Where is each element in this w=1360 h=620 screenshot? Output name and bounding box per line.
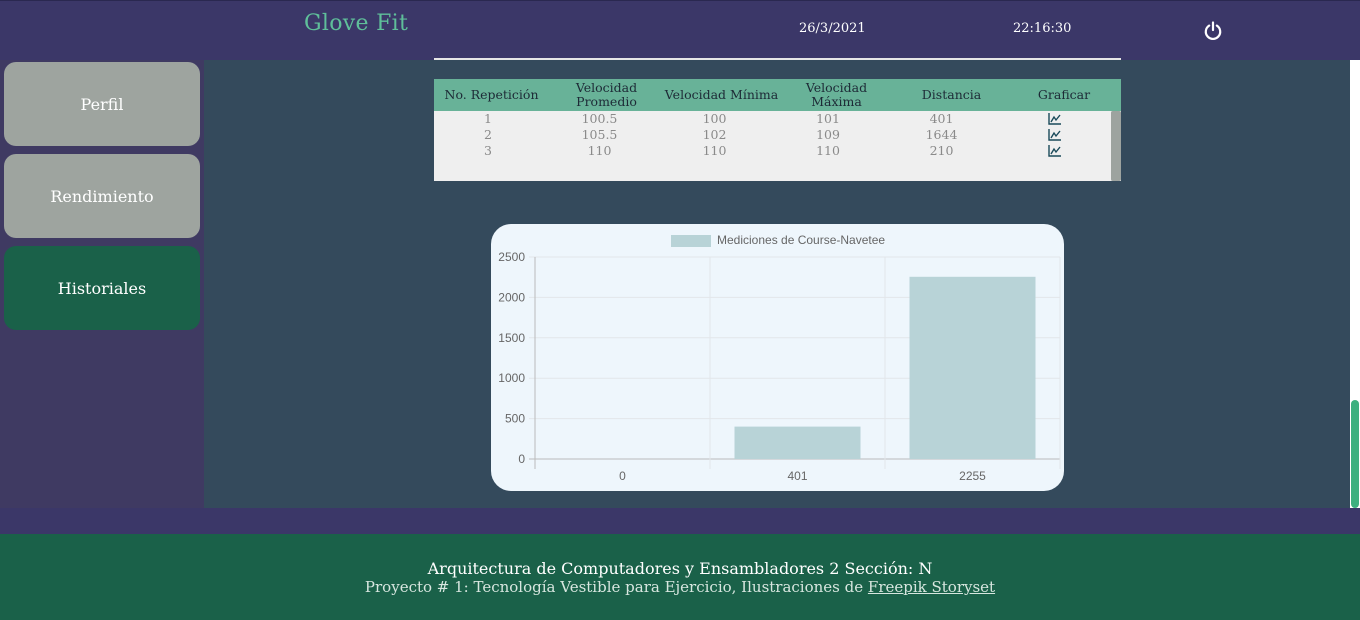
y-tick-label: 500 [505, 412, 525, 426]
sidebar-item-label: Historiales [57, 278, 147, 298]
sidebar-item-rendimiento[interactable]: Rendimiento [4, 154, 200, 238]
history-table: No. Repetición Velocidad Promedio Veloci… [434, 79, 1121, 181]
table-row: 3 110 110 110 210 [434, 143, 1110, 159]
y-tick-label: 0 [518, 452, 525, 466]
divider [434, 58, 1121, 60]
sidebar: Perfil Rendimiento Historiales [0, 60, 204, 508]
bar [734, 426, 861, 459]
table-scrollbar-thumb[interactable] [1111, 111, 1121, 181]
cell-repetition: 3 [484, 143, 492, 158]
footer: Arquitectura de Computadores y Ensamblad… [0, 534, 1360, 620]
footer-title: Arquitectura de Computadores y Ensamblad… [427, 559, 933, 578]
cell-repetition: 2 [484, 127, 492, 142]
cell-min-speed: 100 [702, 111, 727, 126]
cell-min-speed: 102 [702, 127, 727, 142]
footer-band [0, 508, 1360, 534]
table-scrollbar[interactable] [1111, 111, 1121, 181]
legend-label: Mediciones de Course-Navetee [717, 233, 885, 247]
cell-distance: 210 [929, 143, 954, 158]
footer-subtitle: Proyecto # 1: Tecnología Vestible para E… [0, 578, 1360, 596]
top-bar: Glove Fit 26/3/2021 22:16:30 [0, 0, 1360, 60]
y-tick-label: 1500 [498, 331, 525, 345]
y-tick-label: 2500 [498, 250, 525, 264]
cell-avg-speed: 100.5 [581, 111, 618, 126]
legend-swatch [671, 235, 711, 247]
line-chart-icon[interactable] [1048, 144, 1062, 157]
cell-distance: 1644 [925, 127, 958, 142]
current-date: 26/3/2021 [799, 21, 866, 36]
chart-card: Mediciones de Course-Navetee 2500 2000 1500… [491, 224, 1064, 491]
column-header: Velocidad Promedio [575, 80, 638, 109]
y-tick-label: 2000 [498, 290, 525, 304]
brand-logo[interactable]: Glove Fit [304, 11, 408, 36]
cell-max-speed: 110 [816, 143, 840, 158]
cell-repetition: 1 [484, 111, 492, 126]
table-header: No. Repetición Velocidad Promedio Veloci… [434, 79, 1121, 111]
sidebar-item-historiales[interactable]: Historiales [4, 246, 200, 330]
column-header: Velocidad Mínima [664, 87, 779, 102]
x-tick-label: 401 [787, 469, 807, 483]
bar-chart: Mediciones de Course-Navetee 2500 2000 1500… [498, 233, 1061, 483]
column-header: Graficar [1037, 87, 1091, 102]
sidebar-item-label: Rendimiento [50, 186, 154, 206]
x-tick-label: 2255 [959, 469, 986, 483]
cell-avg-speed: 110 [587, 143, 612, 158]
table-row: 1 100.5 100 101 401 [434, 111, 1110, 127]
line-chart-icon[interactable] [1048, 128, 1062, 141]
current-time: 22:16:30 [1013, 21, 1072, 36]
y-tick-label: 1000 [498, 371, 525, 385]
cell-min-speed: 110 [702, 143, 727, 158]
cell-max-speed: 109 [816, 127, 840, 142]
column-header: Distancia [921, 87, 982, 102]
column-header: No. Repetición [444, 87, 539, 102]
page-scrollbar[interactable] [1350, 60, 1360, 508]
bar [909, 276, 1036, 459]
freepik-storyset-link[interactable]: Freepik Storyset [868, 578, 995, 596]
cell-avg-speed: 105.5 [581, 127, 618, 142]
sidebar-item-label: Perfil [80, 94, 124, 114]
column-header: Velocidad Máxima [805, 80, 868, 109]
line-chart-icon[interactable] [1048, 112, 1062, 125]
cell-max-speed: 101 [816, 111, 840, 126]
table-row: 2 105.5 102 109 1644 [434, 127, 1110, 143]
sidebar-item-perfil[interactable]: Perfil [4, 62, 200, 146]
page-scrollbar-thumb[interactable] [1351, 400, 1359, 508]
footer-credits: Proyecto # 1: Tecnología Vestible para E… [364, 578, 864, 596]
x-tick-label: 0 [619, 469, 626, 483]
cell-distance: 401 [929, 111, 954, 126]
power-icon[interactable] [1202, 20, 1224, 42]
